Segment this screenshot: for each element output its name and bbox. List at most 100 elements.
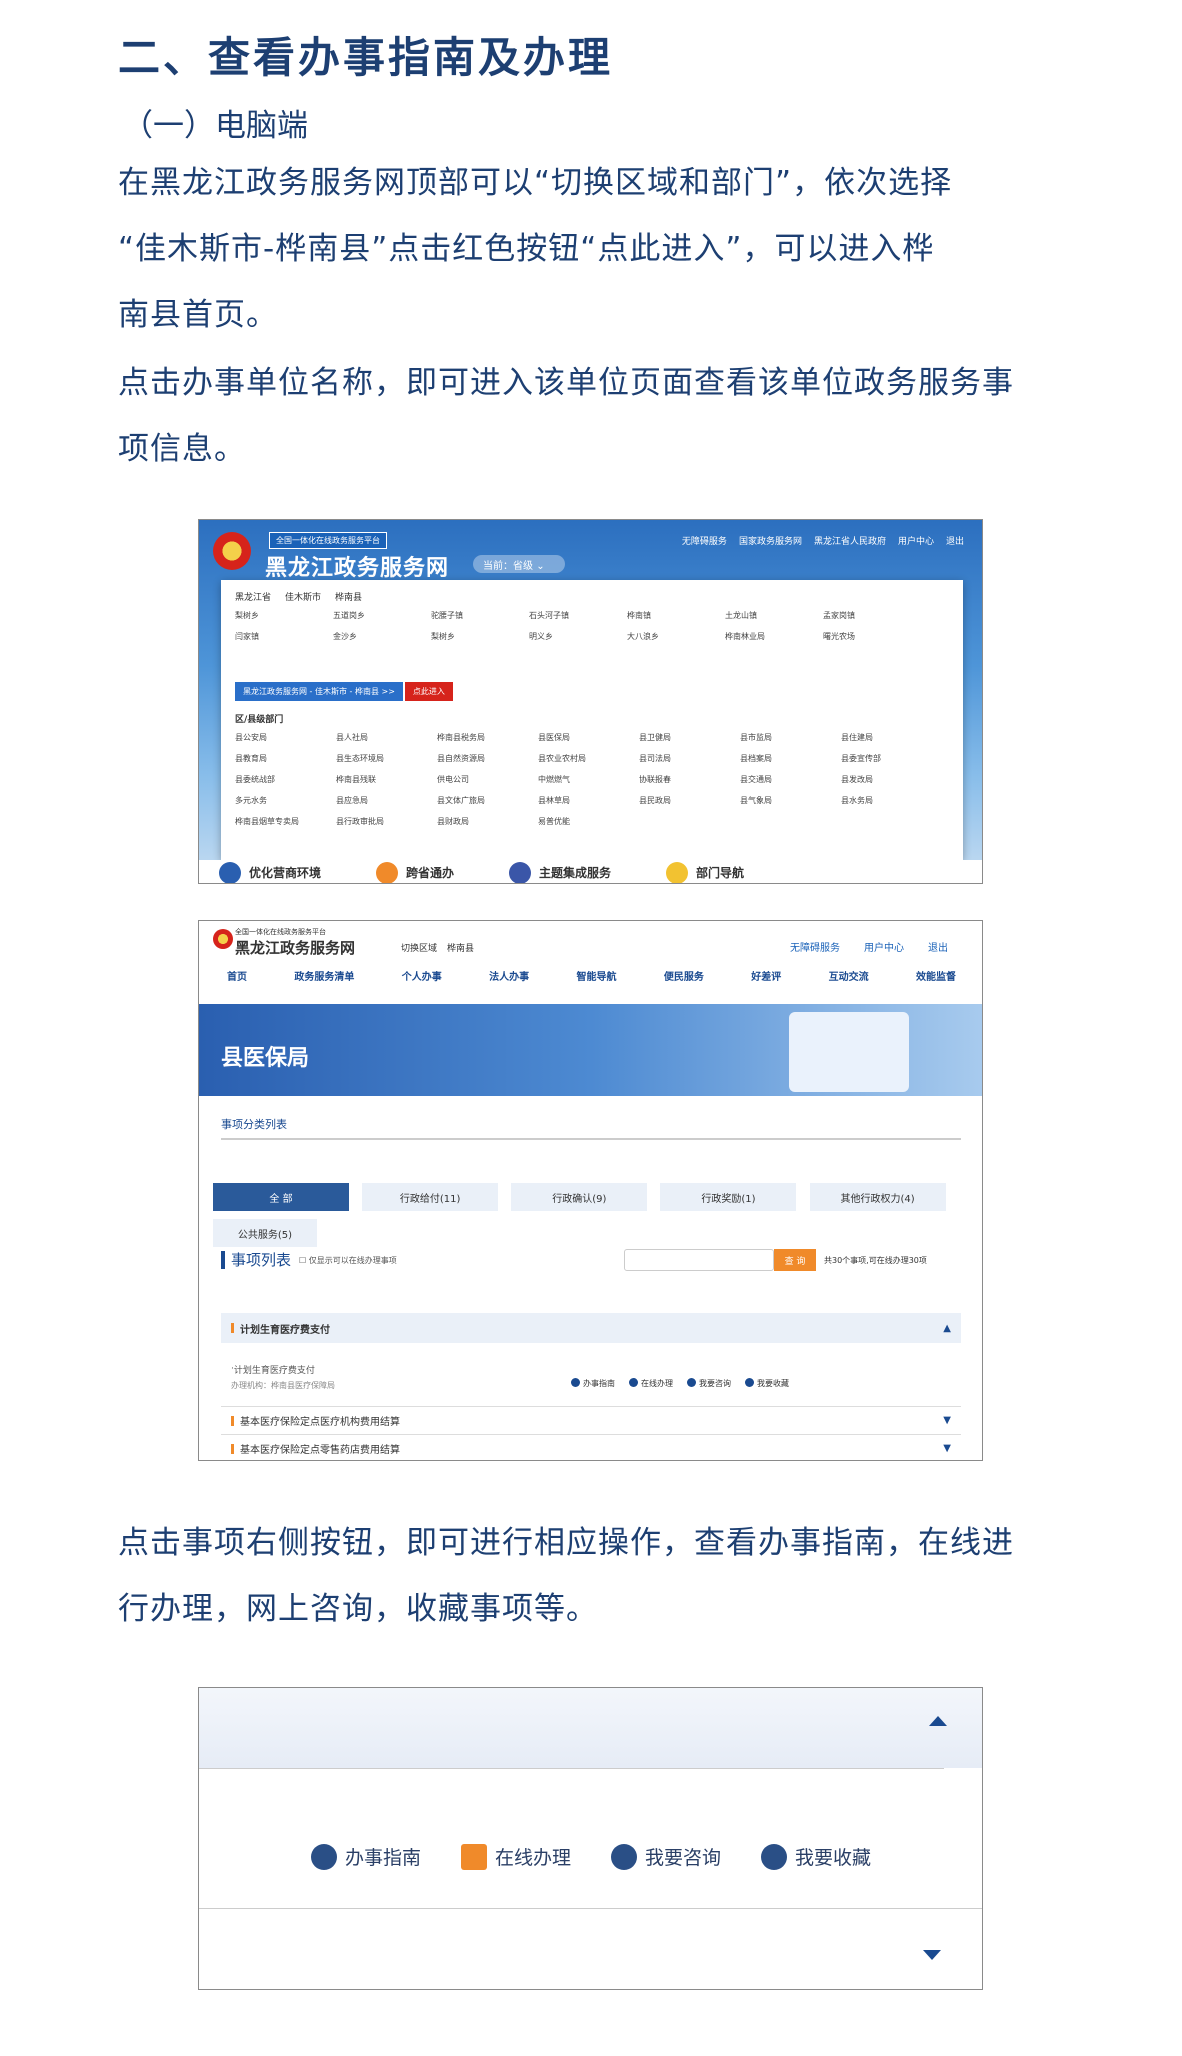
department-item[interactable]: 多元水务: [235, 795, 336, 806]
department-item[interactable]: 县农业农村局: [538, 753, 639, 764]
department-item[interactable]: 供电公司: [437, 774, 538, 785]
online-button[interactable]: 在线办理: [461, 1843, 571, 1870]
breadcrumb-county[interactable]: 桦南县: [335, 590, 362, 603]
department-item[interactable]: 县教育局: [235, 753, 336, 764]
department-item[interactable]: 县司法局: [639, 753, 740, 764]
consult-button[interactable]: 我要咨询: [611, 1843, 721, 1870]
department-item[interactable]: 县档案局: [740, 753, 841, 764]
department-item[interactable]: 桦南县残联: [336, 774, 437, 785]
town-item[interactable]: 大八浪乡: [627, 631, 725, 642]
enter-button[interactable]: 点此进入: [404, 682, 453, 701]
nav-item[interactable]: 首页: [227, 968, 247, 983]
service-theme[interactable]: 主题集成服务: [509, 861, 611, 883]
guide-button[interactable]: 办事指南: [311, 1843, 421, 1870]
nav-item[interactable]: 便民服务: [664, 968, 704, 983]
tab-4[interactable]: 其他行政权力(4): [809, 1183, 946, 1211]
department-item[interactable]: 县住建局: [841, 732, 942, 743]
list-item[interactable]: 基本医疗保险定点零售药店费用结算 ▼: [221, 1434, 961, 1460]
province-gov-link[interactable]: 黑龙江省人民政府: [814, 534, 886, 547]
town-item[interactable]: 孟家岗镇: [823, 610, 921, 621]
town-item[interactable]: 石头河子镇: [529, 610, 627, 621]
department-item[interactable]: 县应急局: [336, 795, 437, 806]
tab-5[interactable]: 公共服务(5): [213, 1219, 317, 1247]
department-item[interactable]: 易普优能: [538, 816, 639, 827]
town-item[interactable]: 金沙乡: [333, 631, 431, 642]
tab-1[interactable]: 行政给付(11): [362, 1183, 499, 1211]
town-item[interactable]: 梨树乡: [431, 631, 529, 642]
site-title[interactable]: 黑龙江政务服务网: [265, 550, 449, 582]
nav-item[interactable]: 政务服务清单: [294, 968, 354, 983]
department-item[interactable]: 县医保局: [538, 732, 639, 743]
nav-item[interactable]: 智能导航: [577, 968, 617, 983]
department-item[interactable]: 桦南县烟草专卖局: [235, 816, 336, 827]
online-action[interactable]: 在线办理: [629, 1378, 673, 1389]
department-item[interactable]: 县民政局: [639, 795, 740, 806]
department-item[interactable]: 县林草局: [538, 795, 639, 806]
department-item[interactable]: 中燃燃气: [538, 774, 639, 785]
user-center-link[interactable]: 用户中心: [864, 939, 904, 954]
department-item[interactable]: 县发改局: [841, 774, 942, 785]
town-item[interactable]: 土龙山镇: [725, 610, 823, 621]
department-item[interactable]: 协联报春: [639, 774, 740, 785]
user-center-link[interactable]: 用户中心: [898, 534, 934, 547]
department-item[interactable]: 县委统战部: [235, 774, 336, 785]
chevron-down-icon[interactable]: ▼: [943, 1415, 951, 1426]
nav-item[interactable]: 效能监督: [916, 968, 956, 983]
accessibility-link[interactable]: 无障碍服务: [682, 534, 727, 547]
department-item[interactable]: 县公安局: [235, 732, 336, 743]
search-input[interactable]: [624, 1249, 774, 1271]
favorite-action[interactable]: 我要收藏: [745, 1378, 789, 1389]
site-title[interactable]: 黑龙江政务服务网: [235, 937, 355, 958]
tab-2[interactable]: 行政确认(9): [511, 1183, 648, 1211]
town-item[interactable]: 梨树乡: [235, 610, 333, 621]
town-item[interactable]: 明义乡: [529, 631, 627, 642]
department-item[interactable]: 县委宣传部: [841, 753, 942, 764]
town-item[interactable]: 驼腰子镇: [431, 610, 529, 621]
department-item[interactable]: 县文体广旅局: [437, 795, 538, 806]
department-item[interactable]: 县气象局: [740, 795, 841, 806]
list-item[interactable]: 基本医疗保险定点医疗机构费用结算 ▼: [221, 1406, 961, 1434]
town-item[interactable]: 曙光农场: [823, 631, 921, 642]
department-item[interactable]: 县交通局: [740, 774, 841, 785]
nav-item[interactable]: 好差评: [751, 968, 781, 983]
tab-0[interactable]: 全 部: [213, 1183, 349, 1211]
region-selector[interactable]: 当前：省级 ⌄: [473, 555, 565, 573]
town-item[interactable]: 五道岗乡: [333, 610, 431, 621]
town-item[interactable]: 桦南林业局: [725, 631, 823, 642]
breadcrumb-city[interactable]: 佳木斯市: [285, 590, 321, 603]
chevron-up-icon[interactable]: ▲: [943, 1323, 951, 1334]
town-item[interactable]: 闫家镇: [235, 631, 333, 642]
service-business-environment[interactable]: 优化营商环境: [219, 861, 321, 883]
region-switch-button[interactable]: 切换区域: [401, 941, 437, 954]
nav-item[interactable]: 个人办事: [402, 968, 442, 983]
department-item[interactable]: 县卫健局: [639, 732, 740, 743]
chevron-down-icon[interactable]: [923, 1950, 941, 1960]
logout-link[interactable]: 退出: [946, 534, 964, 547]
online-only-checkbox[interactable]: ☐ 仅显示可以在线办理事项: [299, 1255, 397, 1266]
service-dept-nav[interactable]: 部门导航: [666, 861, 744, 883]
tab-3[interactable]: 行政奖励(1): [660, 1183, 797, 1211]
sub-item[interactable]: · 计划生育医疗费支付: [221, 1361, 961, 1377]
chevron-down-icon[interactable]: ▼: [943, 1443, 951, 1454]
search-button[interactable]: 查 询: [774, 1249, 816, 1271]
national-gov-link[interactable]: 国家政务服务网: [739, 534, 802, 547]
department-item[interactable]: 县生态环境局: [336, 753, 437, 764]
logout-link[interactable]: 退出: [928, 939, 948, 954]
nav-item[interactable]: 法人办事: [489, 968, 529, 983]
guide-action[interactable]: 办事指南: [571, 1378, 615, 1389]
department-item[interactable]: 县自然资源局: [437, 753, 538, 764]
chevron-up-icon[interactable]: [929, 1716, 947, 1726]
consult-action[interactable]: 我要咨询: [687, 1378, 731, 1389]
department-item[interactable]: 县财政局: [437, 816, 538, 827]
department-item[interactable]: 县水务局: [841, 795, 942, 806]
department-item[interactable]: 县市监局: [740, 732, 841, 743]
favorite-button[interactable]: 我要收藏: [761, 1843, 871, 1870]
breadcrumb-province[interactable]: 黑龙江省: [235, 590, 271, 603]
list-item-expanded[interactable]: 计划生育医疗费支付 ▲: [221, 1313, 961, 1343]
service-cross-province[interactable]: 跨省通办: [376, 861, 454, 883]
nav-item[interactable]: 互动交流: [829, 968, 869, 983]
town-item[interactable]: 桦南镇: [627, 610, 725, 621]
department-item[interactable]: 县人社局: [336, 732, 437, 743]
accessibility-link[interactable]: 无障碍服务: [790, 939, 840, 954]
department-item[interactable]: 县行政审批局: [336, 816, 437, 827]
